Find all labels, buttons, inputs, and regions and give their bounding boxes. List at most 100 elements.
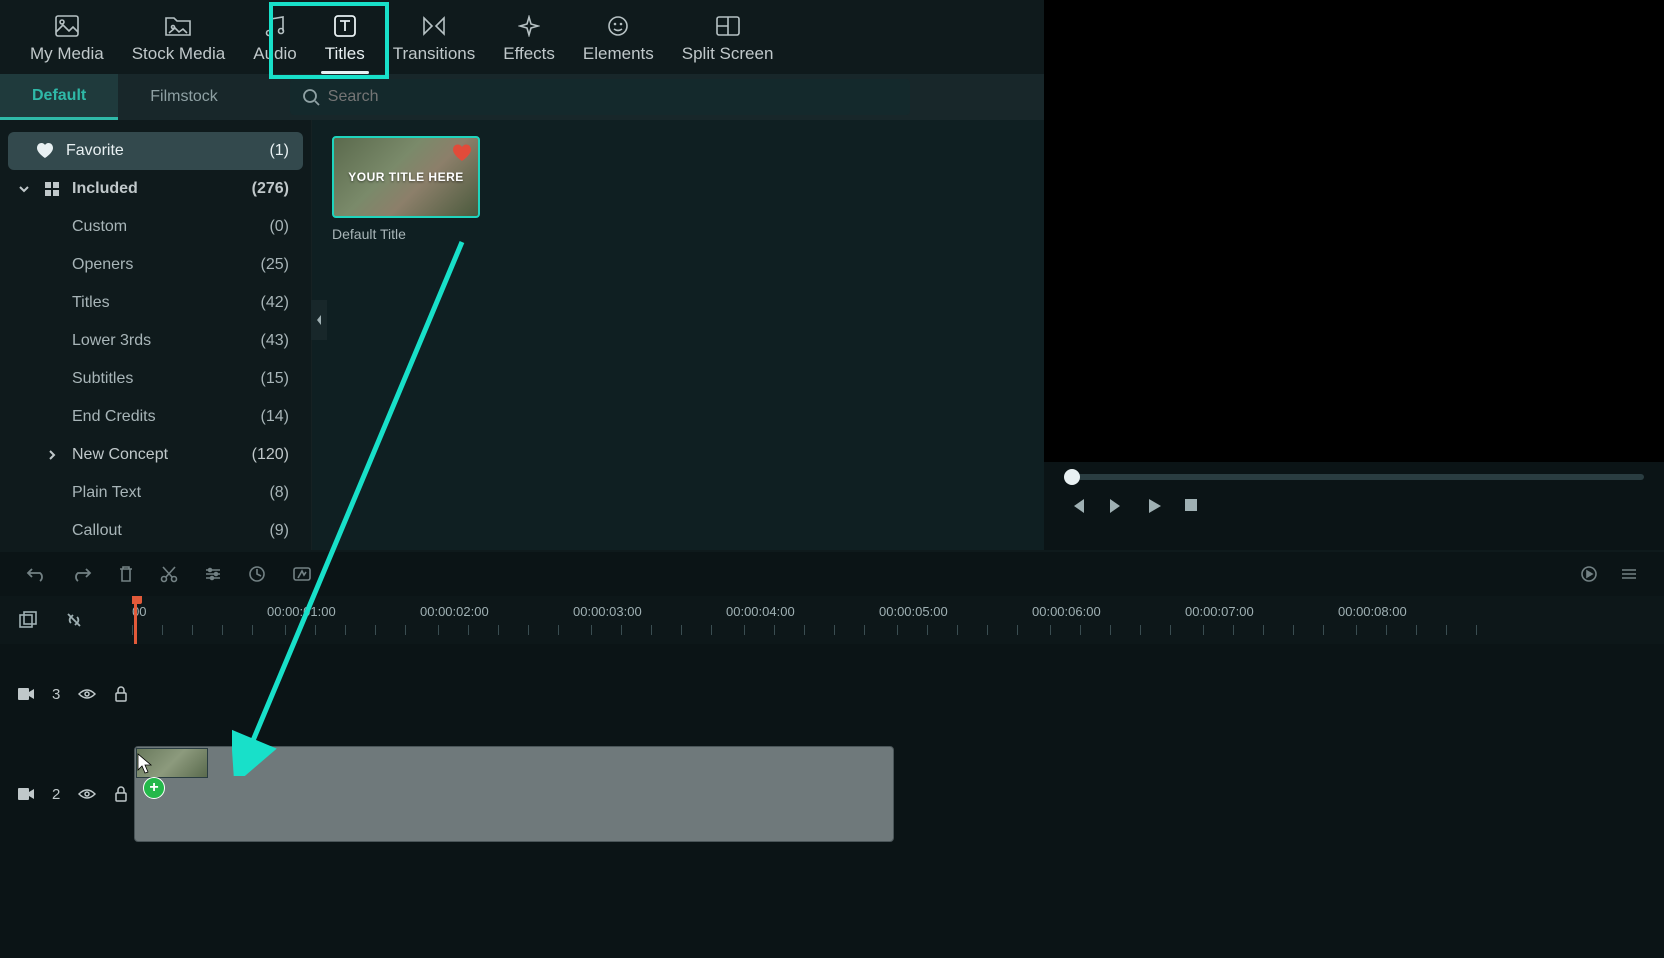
nav-label: Split Screen	[682, 44, 774, 64]
ruler-tick: 00:00:08:00	[1356, 604, 1506, 635]
sidebar-count: (42)	[261, 294, 289, 312]
sidebar-item-custom[interactable]: Custom (0)	[8, 208, 303, 246]
track-head: 2	[0, 744, 132, 844]
subtab-default[interactable]: Default	[0, 74, 118, 120]
stop-icon[interactable]	[1184, 498, 1198, 514]
video-track-icon	[18, 788, 34, 800]
transition-icon	[422, 12, 446, 40]
sub-tabs: Default Filmstock	[0, 74, 250, 120]
track-body[interactable]: +	[132, 744, 1664, 844]
preview-pane	[1044, 0, 1664, 550]
sidebar-label: Lower 3rds	[72, 332, 151, 350]
speed-icon[interactable]	[292, 566, 312, 582]
track-body[interactable]	[132, 644, 1664, 744]
sidebar-item-lower-3rds[interactable]: Lower 3rds (43)	[8, 322, 303, 360]
track-row-2: 2 +	[0, 744, 1664, 844]
sidebar-item-included[interactable]: Included (276)	[8, 170, 303, 208]
lock-icon[interactable]	[114, 686, 128, 702]
split-icon	[716, 12, 740, 40]
subtab-filmstock[interactable]: Filmstock	[118, 74, 250, 120]
sidebar-item-end-credits[interactable]: End Credits (14)	[8, 398, 303, 436]
eye-icon[interactable]	[78, 688, 96, 700]
nav-effects[interactable]: Effects	[489, 6, 569, 74]
thumb-text: YOUR TITLE HERE	[348, 170, 464, 184]
sidebar-item-callout[interactable]: Callout (9)	[8, 512, 303, 550]
preview-slider[interactable]	[1064, 474, 1644, 480]
ruler-timestamp: 00:00:06:00	[1032, 604, 1101, 619]
nav-split-screen[interactable]: Split Screen	[668, 6, 788, 74]
timeline-toolbar	[0, 552, 1664, 596]
sidebar-label: Subtitles	[72, 370, 133, 388]
sidebar-item-subtitles[interactable]: Subtitles (15)	[8, 360, 303, 398]
sidebar-count: (14)	[261, 408, 289, 426]
favorite-heart-icon[interactable]	[452, 144, 472, 162]
nav-my-media[interactable]: My Media	[16, 6, 118, 74]
nav-transitions[interactable]: Transitions	[379, 6, 490, 74]
sidebar-item-favorite[interactable]: Favorite (1)	[8, 132, 303, 170]
cursor-arrow-icon	[137, 753, 155, 775]
sidebar-item-openers[interactable]: Openers (25)	[8, 246, 303, 284]
sidebar-count: (120)	[252, 446, 289, 464]
delete-icon[interactable]	[118, 565, 134, 583]
timeline-ruler-row: 00:0000:00:01:0000:00:02:0000:00:03:0000…	[0, 596, 1664, 644]
nav-stock-media[interactable]: Stock Media	[118, 6, 240, 74]
slider-knob[interactable]	[1064, 469, 1080, 485]
ruler-tick: 00:00:07:00	[1203, 604, 1353, 635]
ruler-tick: 00:00:05:00	[897, 604, 1047, 635]
ruler-tick: 00:00:06:00	[1050, 604, 1200, 635]
nav-audio[interactable]: Audio	[239, 6, 310, 74]
chevron-down-icon	[18, 183, 32, 195]
eye-icon[interactable]	[78, 788, 96, 800]
undo-icon[interactable]	[26, 566, 46, 582]
crop-icon[interactable]	[248, 565, 266, 583]
sidebar-item-titles[interactable]: Titles (42)	[8, 284, 303, 322]
unlink-icon[interactable]	[64, 610, 84, 630]
sidebar-item-plain-text[interactable]: Plain Text (8)	[8, 474, 303, 512]
nav-elements[interactable]: Elements	[569, 6, 668, 74]
ruler-tick: 00:00:01:00	[285, 604, 435, 635]
search-field[interactable]	[290, 79, 910, 115]
timeline-toolbar-right	[1554, 552, 1664, 596]
collapse-sidebar-handle[interactable]	[311, 300, 327, 340]
play-icon[interactable]	[1148, 498, 1162, 514]
playhead[interactable]	[134, 596, 137, 644]
track-head: 3	[0, 644, 132, 744]
step-back-icon[interactable]	[1068, 498, 1086, 514]
preview-canvas[interactable]	[1044, 0, 1664, 462]
nav-label: Stock Media	[132, 44, 226, 64]
sidebar-count: (15)	[261, 370, 289, 388]
more-icon[interactable]	[1620, 567, 1638, 581]
dragged-clip-region[interactable]: +	[134, 746, 894, 842]
title-thumbnail[interactable]: YOUR TITLE HERE	[332, 136, 480, 218]
search-input[interactable]	[328, 88, 898, 106]
ruler-tick: 00:00:02:00	[438, 604, 588, 635]
timeline-ruler[interactable]: 00:0000:00:01:0000:00:02:0000:00:03:0000…	[132, 596, 1664, 644]
marker-icon[interactable]	[1580, 565, 1598, 583]
ruler-timestamp: 00:00:02:00	[420, 604, 489, 619]
sidebar-label: End Credits	[72, 408, 156, 426]
sidebar-label: Favorite	[66, 142, 124, 160]
add-badge-icon: +	[143, 777, 165, 799]
track-number: 2	[52, 786, 60, 803]
sidebar-label: Included	[72, 180, 138, 198]
redo-icon[interactable]	[72, 566, 92, 582]
sidebar-label: Custom	[72, 218, 127, 236]
cut-icon[interactable]	[160, 565, 178, 583]
track-row-3: 3	[0, 644, 1664, 744]
title-card[interactable]: YOUR TITLE HERE Default Title	[332, 136, 480, 242]
lock-icon[interactable]	[114, 786, 128, 802]
sidebar-label: Callout	[72, 522, 122, 540]
ruler-timestamp: 00:00:07:00	[1185, 604, 1254, 619]
ruler-tick: 00:00:04:00	[744, 604, 894, 635]
nav-label: Transitions	[393, 44, 476, 64]
sidebar-item-new-concept[interactable]: New Concept (120)	[8, 436, 303, 474]
nav-titles[interactable]: Titles	[311, 6, 379, 74]
nav-label: My Media	[30, 44, 104, 64]
folder-image-icon	[165, 12, 191, 40]
adjust-icon[interactable]	[204, 567, 222, 581]
add-track-icon[interactable]	[18, 611, 38, 629]
music-icon	[264, 12, 286, 40]
preview-controls	[1044, 480, 1664, 532]
step-forward-icon[interactable]	[1108, 498, 1126, 514]
track-number: 3	[52, 686, 60, 703]
